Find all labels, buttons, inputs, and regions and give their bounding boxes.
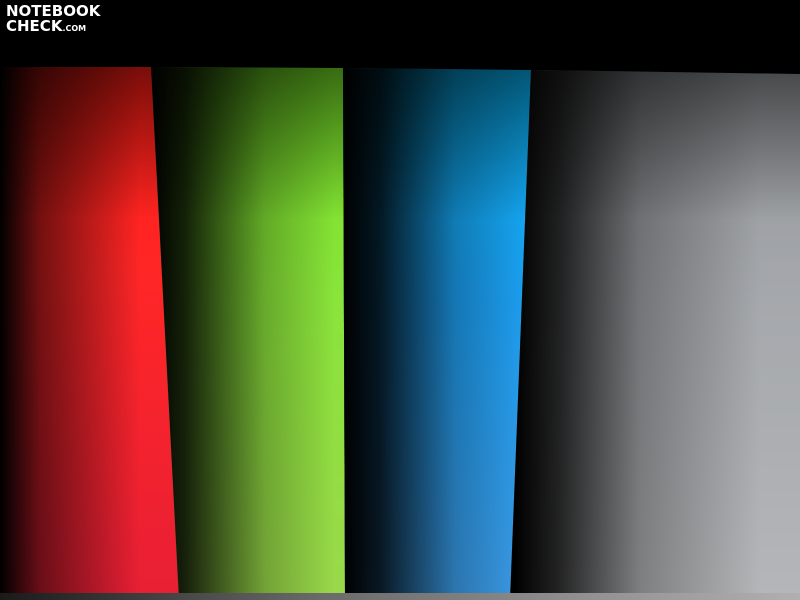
watermark-line2-text: CHECK [6,17,63,35]
notebookcheck-watermark: NOTEBOOK CHECK.COM [6,4,116,38]
watermark-suffix: .COM [62,24,87,33]
bottom-bezel-strip [0,593,800,600]
watermark-line2: CHECK.COM [6,19,116,36]
photo-scene: NOTEBOOK CHECK.COM [0,0,800,600]
